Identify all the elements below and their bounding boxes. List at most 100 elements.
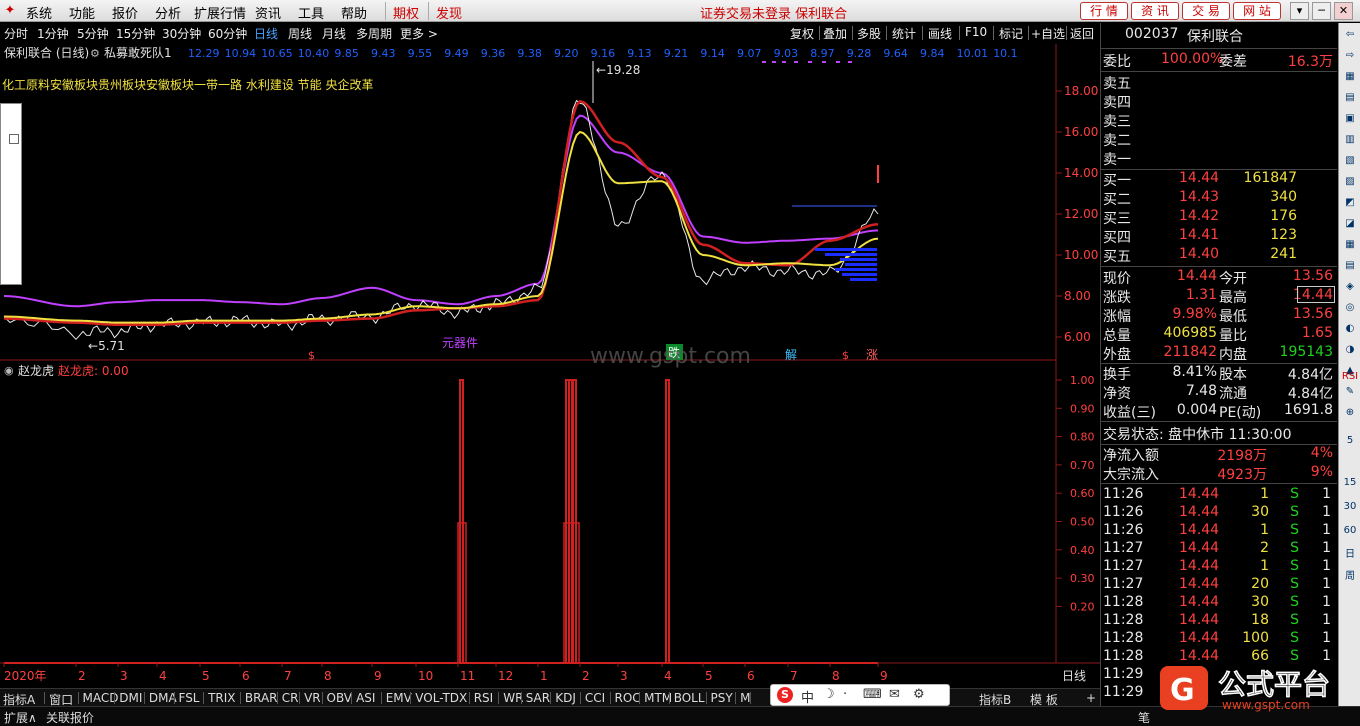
indicator-tab-m[interactable]: M (740, 691, 750, 705)
indicator-tab-macd[interactable]: MACD (83, 691, 119, 705)
indicator-tab-sar[interactable]: SAR (526, 691, 550, 705)
stats-button[interactable]: 统计 (892, 25, 916, 42)
period-intraday[interactable]: 分时 (4, 25, 28, 42)
indicator-tab-psy[interactable]: PSY (711, 691, 733, 705)
expand-button[interactable]: 扩展∧ (4, 709, 37, 726)
period-more[interactable]: 更多 > (400, 25, 438, 42)
sidebar-period-15[interactable]: 15 (1341, 475, 1359, 491)
indicator-tab-rsi[interactable]: RSI (474, 691, 494, 705)
menu-help[interactable]: 帮助 (341, 3, 367, 22)
indicator-tab-vr[interactable]: VR (304, 691, 321, 705)
indicator-name[interactable]: 赵龙虎 (18, 364, 54, 378)
period-daily[interactable]: 日线 (254, 25, 278, 42)
sidebar-tool-icon[interactable]: ✎ (1341, 384, 1359, 400)
indicator-tab-dmi[interactable]: DMI (119, 691, 142, 705)
mark-button[interactable]: 标记 (999, 25, 1023, 42)
sidebar-tool-icon[interactable]: ⇦ (1341, 27, 1359, 43)
menu-system[interactable]: 系统 (26, 3, 52, 22)
sidebar-period-60[interactable]: 60 (1341, 523, 1359, 539)
ime-chinese[interactable]: 中 (801, 687, 814, 706)
sidebar-tool-icon[interactable]: ◑ (1341, 342, 1359, 358)
period-60min[interactable]: 60分钟 (208, 25, 247, 42)
chart-area[interactable]: 保利联合 (日线) ⚙ 私募敢死队1 12.29 10.94 10.65 10.40 9… (0, 43, 1100, 688)
sidebar-tool-icon[interactable]: ▤ (1341, 258, 1359, 274)
indicator-icon: ◉ (4, 364, 14, 377)
ime-moon-icon[interactable]: ☽ (823, 687, 835, 702)
menu-ext-market[interactable]: 扩展行情 (194, 3, 246, 22)
period-30min[interactable]: 30分钟 (162, 25, 201, 42)
close-icon[interactable]: ✕ (1334, 2, 1353, 20)
trade-tab-button[interactable]: 交 易 (1182, 2, 1230, 20)
zoom-in-button[interactable]: + (1086, 691, 1096, 705)
indicator-tab-fsl[interactable]: FSL (179, 691, 200, 705)
ime-keyboard-icon[interactable]: ⌨ (863, 687, 882, 702)
sidebar-tool-icon[interactable]: ◐ (1341, 321, 1359, 337)
menu-quote[interactable]: 报价 (112, 3, 138, 22)
period-multi[interactable]: 多周期 (356, 25, 392, 42)
sidebar-period-日[interactable]: 日 (1341, 547, 1359, 563)
sidebar-tool-icon[interactable]: ▣ (1341, 111, 1359, 127)
ime-toolbar[interactable]: S 中 ☽ · ⌨ ✉ ⚙ (770, 684, 950, 706)
indicator-tab-asi[interactable]: ASI (356, 691, 375, 705)
sogou-icon[interactable]: S (777, 687, 793, 703)
menu-analysis[interactable]: 分析 (155, 3, 181, 22)
period-5min[interactable]: 5分钟 (77, 25, 109, 42)
dropdown-icon[interactable]: ▾ (1290, 2, 1309, 20)
sidebar-tool-icon[interactable]: ⊕ (1341, 405, 1359, 421)
f10-button[interactable]: F10 (965, 25, 987, 39)
side-drawer[interactable] (0, 103, 22, 285)
indicator-tab-trix[interactable]: TRIX (208, 691, 235, 705)
indicator-tab-kdj[interactable]: KDJ (555, 691, 576, 705)
adjust-button[interactable]: 复权 (790, 25, 814, 42)
sidebar-tool-icon[interactable]: ▧ (1341, 153, 1359, 169)
sidebar-period-RSI[interactable]: RSI (1341, 369, 1359, 385)
sidebar-tool-icon[interactable]: ▥ (1341, 132, 1359, 148)
multi-stock-button[interactable]: 多股 (857, 25, 881, 42)
related-quote-button[interactable]: 关联报价 (46, 709, 94, 726)
web-tab-button[interactable]: 网 站 (1233, 2, 1281, 20)
indicator-tab-brar[interactable]: BRAR (245, 691, 278, 705)
draw-line-button[interactable]: 画线 (928, 25, 952, 42)
ime-dot-icon[interactable]: · (843, 687, 847, 702)
period-15min[interactable]: 15分钟 (116, 25, 155, 42)
sidebar-tool-icon[interactable]: ◎ (1341, 300, 1359, 316)
indicator-tab-vol-tdx[interactable]: VOL-TDX (415, 691, 467, 705)
period-weekly[interactable]: 周线 (288, 25, 312, 42)
sidebar-period-30[interactable]: 30 (1341, 499, 1359, 515)
add-favorite-button[interactable]: +自选 (1031, 25, 1065, 42)
drawer-checkbox[interactable] (9, 134, 19, 144)
indicator-tab-cci[interactable]: CCI (585, 691, 605, 705)
indicator-tab-obv[interactable]: OBV (327, 691, 353, 705)
menu-discover[interactable]: 发现 (436, 3, 462, 22)
sidebar-tool-icon[interactable]: ⇨ (1341, 48, 1359, 64)
pen-button[interactable]: 笔 (1138, 709, 1150, 726)
indicator-tab-emv[interactable]: EMV (386, 691, 412, 705)
sidebar-tool-icon[interactable]: ◈ (1341, 279, 1359, 295)
indicator-tab-roc[interactable]: ROC (615, 691, 641, 705)
ime-settings-icon[interactable]: ⚙ (913, 687, 925, 702)
period-monthly[interactable]: 月线 (322, 25, 346, 42)
kline-chart[interactable]: 保利联合 (日线) ⚙ 私募敢死队1 12.29 10.94 10.65 10.40 9… (0, 43, 1100, 688)
sidebar-tool-icon[interactable]: ◪ (1341, 216, 1359, 232)
menu-tools[interactable]: 工具 (298, 3, 324, 22)
menu-news[interactable]: 资讯 (255, 3, 281, 22)
menu-function[interactable]: 功能 (69, 3, 95, 22)
sidebar-tool-icon[interactable]: ▤ (1341, 90, 1359, 106)
sidebar-tool-icon[interactable]: ▨ (1341, 174, 1359, 190)
news-tab-button[interactable]: 资 讯 (1131, 2, 1179, 20)
sidebar-tool-icon[interactable]: ◩ (1341, 195, 1359, 211)
menu-options[interactable]: 期权 (393, 3, 419, 22)
indicator-tab-cr[interactable]: CR (282, 691, 299, 705)
formula-name[interactable]: 私募敢死队1 (104, 45, 172, 60)
sidebar-tool-icon[interactable]: ▦ (1341, 237, 1359, 253)
sidebar-tool-icon[interactable]: ▦ (1341, 69, 1359, 85)
quote-tab-button[interactable]: 行 情 (1080, 2, 1128, 20)
indicator-tab-boll[interactable]: BOLL (674, 691, 705, 705)
back-button[interactable]: 返回 (1070, 25, 1094, 42)
sidebar-period-周[interactable]: 周 (1341, 569, 1359, 585)
ime-mail-icon[interactable]: ✉ (889, 687, 900, 702)
sidebar-period-5[interactable]: 5 (1341, 433, 1359, 449)
minimize-icon[interactable]: ─ (1312, 2, 1331, 20)
period-1min[interactable]: 1分钟 (37, 25, 69, 42)
overlay-button[interactable]: 叠加 (823, 25, 847, 42)
